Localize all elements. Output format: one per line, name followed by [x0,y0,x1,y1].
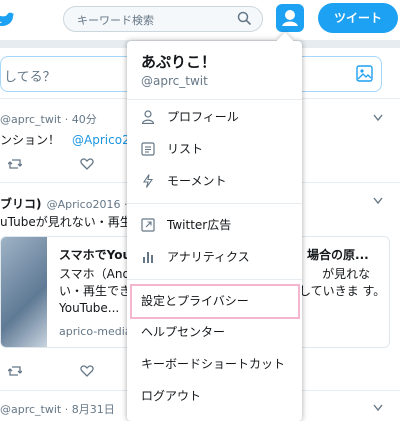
tweet-meta: @aprc_twit · 40分 [0,113,97,126]
tweet-author[interactable]: ブリコ) [0,197,42,211]
menu-item-label: アナリティクス [167,250,250,264]
menu-item-profile[interactable]: プロフィール [127,103,302,131]
menu-item-keyboard-shortcuts[interactable]: キーボードショートカット [127,350,302,378]
menu-divider [127,279,302,280]
mention-link[interactable]: @Aprico2 [72,133,130,147]
list-icon [141,142,155,156]
chevron-down-icon[interactable] [373,197,383,205]
menu-item-analytics[interactable]: アナリティクス [127,243,302,271]
avatar-icon [282,10,298,26]
menu-item-label: プロフィール [167,110,239,124]
bar-chart-icon [143,252,153,263]
menu-item-twitter-ads[interactable]: Twitter広告 [127,211,302,239]
lightning-icon [142,174,154,188]
image-icon[interactable] [356,65,373,82]
retweet-icon[interactable] [8,157,22,171]
menu-divider [127,99,302,100]
person-icon [141,110,155,124]
tweet-meta: @Aprico2016 · 9 [46,198,138,211]
card-domain: aprico-media [59,325,132,338]
menu-item-settings-privacy[interactable]: 設定とプライバシー [127,287,302,315]
menu-item-label: キーボードショートカット [141,357,286,371]
compose-placeholder: してる？ [4,70,56,85]
profile-avatar-button[interactable] [276,4,304,32]
twitter-bird-icon[interactable] [0,11,14,27]
account-dropdown-menu: あぷりこ！ @aprc_twit プロフィール リスト モーメント Twitte… [127,41,302,421]
retweet-icon[interactable] [8,364,22,378]
menu-item-logout[interactable]: ログアウト [127,382,302,410]
menu-item-help-center[interactable]: ヘルプセンター [127,318,302,346]
chevron-down-icon[interactable] [373,114,383,122]
search-placeholder: キーワード検索 [77,14,154,27]
tweet-text: ンション！ @Aprico2 [0,133,130,147]
account-name[interactable]: あぷりこ！ [141,51,216,72]
menu-item-label: リスト [167,142,204,156]
card-thumbnail [1,237,47,347]
external-link-icon [141,218,155,232]
menu-item-label: モーメント [167,174,227,188]
account-handle: @aprc_twit [141,74,208,88]
tweet-header: ブリコ) @Aprico2016 · 9 [0,193,138,212]
tweet-button[interactable]: ツイート [318,3,398,33]
menu-item-lists[interactable]: リスト [127,135,302,163]
search-input[interactable]: キーワード検索 [63,6,263,32]
menu-item-moments[interactable]: モーメント [127,167,302,195]
menu-item-label: ログアウト [141,389,202,403]
like-icon[interactable] [80,364,94,378]
tweet-meta: @aprc_twit · 8月31日 [0,403,115,416]
menu-item-label: 設定とプライバシー [141,294,249,308]
tweet-text: uTubeが見れない・再生 [0,215,132,229]
menu-item-label: ヘルプセンター [141,325,226,339]
like-icon[interactable] [80,157,94,171]
chevron-down-icon[interactable] [373,404,383,412]
menu-item-label: Twitter広告 [167,218,232,232]
search-icon[interactable] [237,11,252,26]
menu-divider [127,203,302,204]
